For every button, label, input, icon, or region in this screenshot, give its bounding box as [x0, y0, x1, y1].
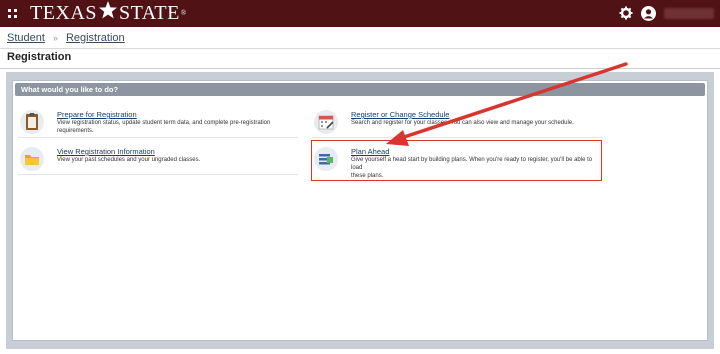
username-redacted: [664, 8, 714, 19]
section-header: What would you like to do?: [15, 83, 705, 96]
view-registration-info-description: View your past schedules and your ungrad…: [57, 157, 201, 163]
breadcrumb: Student » Registration: [7, 30, 125, 46]
calendar-edit-icon: [314, 110, 338, 134]
register-change-schedule-description: Search and register for your classes. Yo…: [351, 120, 574, 126]
title-divider: [0, 68, 720, 69]
gear-icon[interactable]: [619, 6, 633, 20]
breadcrumb-divider: [0, 48, 720, 49]
register-change-schedule-link[interactable]: Register or Change Schedule: [351, 110, 449, 119]
breadcrumb-separator: »: [52, 33, 58, 43]
prepare-registration-link[interactable]: Prepare for Registration: [57, 110, 137, 119]
registered-mark: ®: [180, 9, 187, 17]
task-register-change-schedule: Register or Change Schedule Search and r…: [314, 110, 604, 140]
logo-text-right: STATE: [118, 1, 180, 24]
logo-text-left: TEXAS: [30, 1, 97, 24]
row-divider: [18, 174, 298, 175]
task-prepare-registration: Prepare for Registration View registrati…: [20, 110, 300, 140]
view-registration-info-link[interactable]: View Registration Information: [57, 147, 155, 156]
clipboard-icon: [20, 110, 44, 134]
grid-icon[interactable]: [8, 9, 18, 19]
user-avatar-icon[interactable]: [641, 6, 656, 21]
task-view-registration-info: View Registration Information View your …: [20, 147, 300, 177]
page-title: Registration: [7, 51, 72, 63]
row-divider: [312, 137, 602, 138]
prepare-registration-description: View registration status, update student…: [57, 120, 271, 134]
top-header-bar: TEXAS STATE ®: [0, 0, 720, 27]
star-icon: [98, 0, 118, 26]
folder-icon: [20, 147, 44, 171]
row-divider: [18, 137, 298, 138]
texas-state-logo[interactable]: TEXAS STATE ®: [30, 0, 187, 26]
breadcrumb-student[interactable]: Student: [7, 32, 45, 44]
breadcrumb-registration[interactable]: Registration: [66, 32, 125, 44]
annotation-highlight-box: [311, 140, 602, 181]
